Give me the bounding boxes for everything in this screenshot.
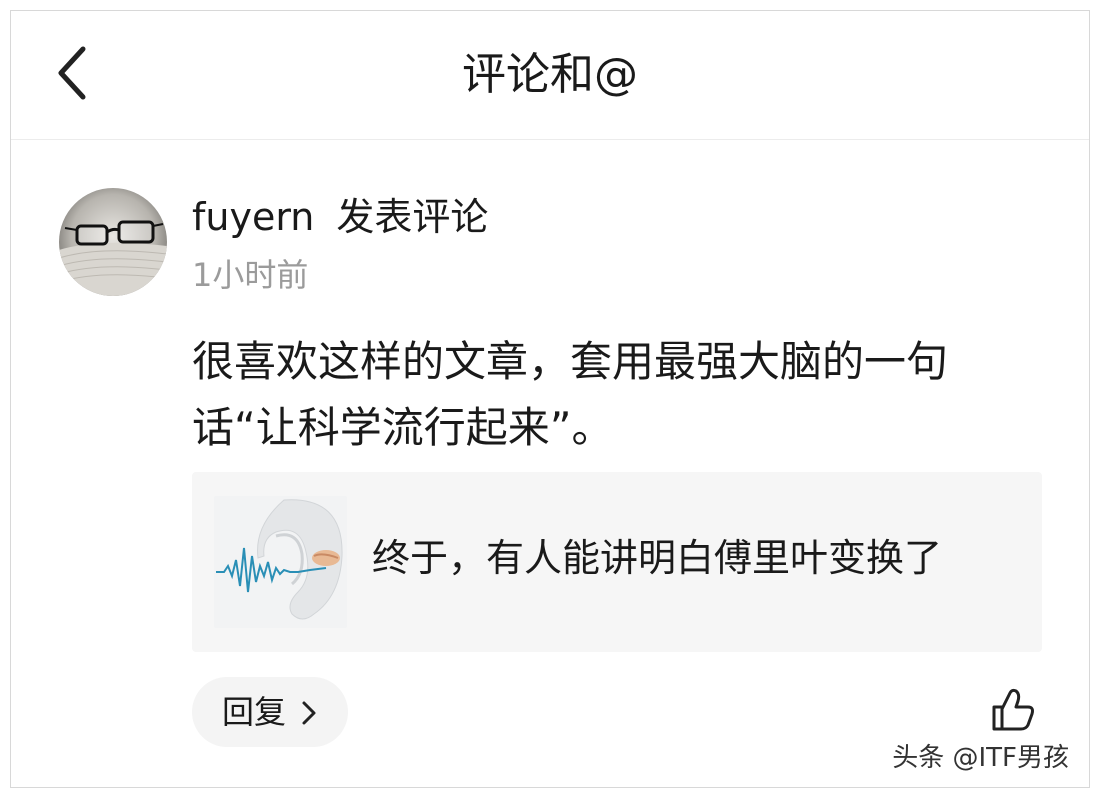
comment-author-line: fuyern 发表评论 xyxy=(192,193,488,241)
reply-button[interactable]: 回复 xyxy=(192,677,348,747)
thumbs-up-icon xyxy=(992,688,1034,731)
comment-notification-screen: 评论和@ fuyern 发表评论 1小时前 很喜欢这样的文章，套用最强大脑的一句… xyxy=(10,10,1090,788)
username[interactable]: fuyern xyxy=(192,195,314,239)
quoted-article-card[interactable]: 终于，有人能讲明白傅里叶变换了 xyxy=(192,472,1042,652)
timestamp: 1小时前 xyxy=(192,256,309,294)
article-thumbnail xyxy=(214,496,347,628)
chevron-right-icon xyxy=(302,701,316,725)
comment-action-label: 发表评论 xyxy=(336,195,489,239)
page-title: 评论和@ xyxy=(462,49,638,100)
comment-text: 很喜欢这样的文章，套用最强大脑的一句话“让科学流行起来”。 xyxy=(192,337,949,452)
avatar[interactable] xyxy=(59,188,167,296)
article-title: 终于，有人能讲明白傅里叶变换了 xyxy=(372,536,943,580)
top-bar: 评论和@ xyxy=(11,11,1089,140)
ear-soundwave-thumbnail xyxy=(214,496,347,628)
like-button[interactable] xyxy=(990,687,1036,733)
reply-label: 回复 xyxy=(222,693,287,731)
watermark: 头条 @ITF男孩 xyxy=(892,743,1069,773)
glasses-on-book-avatar xyxy=(59,188,167,296)
